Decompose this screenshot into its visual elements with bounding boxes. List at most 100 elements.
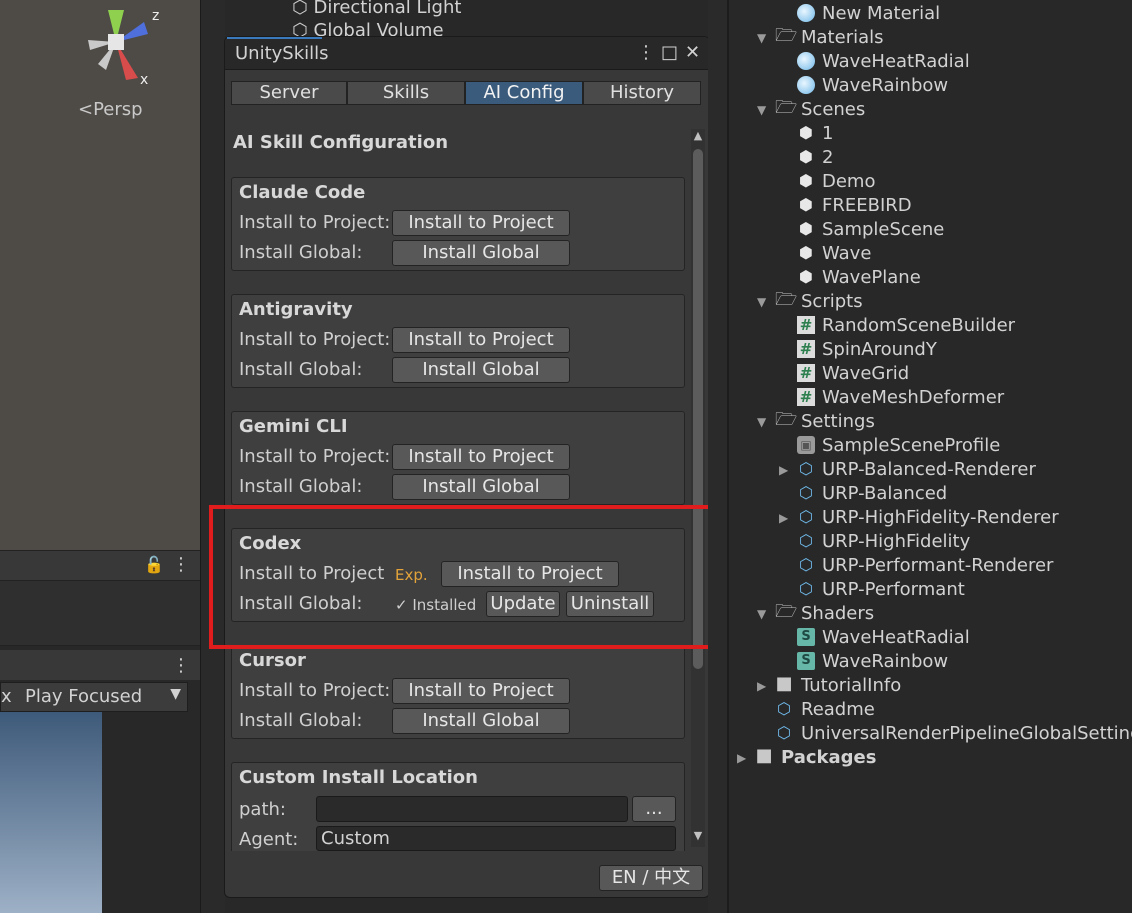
- collapsed-arrow-icon[interactable]: ▶: [757, 679, 766, 693]
- panel-menu-icon[interactable]: ⋮: [172, 554, 190, 575]
- game-menu-icon[interactable]: ⋮: [172, 655, 190, 676]
- project-item[interactable]: SampleSceneProfile: [822, 435, 1000, 456]
- expanded-arrow-icon[interactable]: ▼: [757, 607, 766, 621]
- project-item[interactable]: URP-Performant-Renderer: [822, 555, 1053, 576]
- expanded-arrow-icon[interactable]: ▼: [757, 415, 766, 429]
- install-project-button[interactable]: Install to Project: [392, 444, 570, 470]
- folder-icon: ■: [755, 745, 773, 766]
- card-gemini-cli: Gemini CLI Install to Project: Install t…: [231, 411, 685, 505]
- project-item[interactable]: FREEBIRD: [822, 195, 912, 216]
- left-panel-header: 🔓 ⋮: [0, 550, 200, 581]
- project-item[interactable]: 2: [822, 147, 833, 168]
- scrollbar[interactable]: ▲ ▼: [691, 129, 705, 847]
- expanded-arrow-icon[interactable]: ▼: [757, 103, 766, 117]
- project-item[interactable]: Packages: [781, 747, 876, 768]
- install-project-button[interactable]: Install to Project: [392, 327, 570, 353]
- asset-icon: ⬡: [799, 483, 813, 502]
- path-input[interactable]: [316, 796, 628, 822]
- scene-gizmo-icon[interactable]: z x: [66, 0, 166, 90]
- asset-icon: ⬡: [799, 507, 813, 526]
- install-global-button[interactable]: Install Global: [392, 357, 570, 383]
- install-project-label: Install to Project:: [239, 212, 391, 233]
- scene-view[interactable]: z x <Persp: [0, 0, 200, 550]
- project-item[interactable]: RandomSceneBuilder: [822, 315, 1015, 336]
- scene-icon: ⬢: [799, 171, 813, 190]
- project-item[interactable]: Wave: [822, 243, 871, 264]
- project-item[interactable]: URP-HighFidelity-Renderer: [822, 507, 1059, 528]
- collapsed-arrow-icon[interactable]: ▶: [779, 463, 788, 477]
- maximize-icon[interactable]: □: [661, 42, 678, 63]
- collapsed-arrow-icon[interactable]: ▶: [737, 751, 746, 765]
- highlight-box: [209, 505, 736, 649]
- project-item[interactable]: URP-Balanced-Renderer: [822, 459, 1036, 480]
- persp-label[interactable]: <Persp: [78, 99, 143, 120]
- agent-input[interactable]: Custom: [316, 826, 676, 851]
- install-project-button[interactable]: Install to Project: [392, 210, 570, 236]
- project-item[interactable]: WaveGrid: [822, 363, 909, 384]
- project-item[interactable]: URP-Balanced: [822, 483, 947, 504]
- asset-icon: ⬡: [799, 579, 813, 598]
- script-icon: #: [797, 388, 815, 406]
- install-global-button[interactable]: Install Global: [392, 708, 570, 734]
- scene-icon: ⬢: [799, 243, 813, 262]
- gameobject-icon: ⬡: [292, 0, 308, 18]
- project-item[interactable]: WavePlane: [822, 267, 921, 288]
- project-item[interactable]: WaveMeshDeformer: [822, 387, 1004, 408]
- project-item[interactable]: WaveRainbow: [822, 651, 948, 672]
- collapsed-arrow-icon[interactable]: ▶: [779, 511, 788, 525]
- window-menu-icon[interactable]: ⋮: [637, 42, 655, 63]
- agent-label: Agent:: [239, 829, 299, 850]
- project-item[interactable]: TutorialInfo: [801, 675, 901, 696]
- project-item[interactable]: Demo: [822, 171, 875, 192]
- install-project-button[interactable]: Install to Project: [392, 678, 570, 704]
- scene-icon: ⬢: [799, 147, 813, 166]
- scroll-down-icon[interactable]: ▼: [691, 829, 705, 842]
- tab-skills[interactable]: Skills: [347, 81, 465, 105]
- tab-ai-config[interactable]: AI Config: [465, 81, 583, 105]
- project-item[interactable]: UniversalRenderPipelineGlobalSettings: [801, 723, 1132, 744]
- project-item[interactable]: URP-HighFidelity: [822, 531, 970, 552]
- browse-button[interactable]: ...: [632, 796, 676, 822]
- close-icon[interactable]: ✕: [685, 42, 700, 63]
- install-global-button[interactable]: Install Global: [392, 240, 570, 266]
- project-item[interactable]: SpinAroundY: [822, 339, 937, 360]
- project-item[interactable]: Scenes: [801, 99, 865, 120]
- card-claude-code: Claude Code Install to Project: Install …: [231, 177, 685, 271]
- project-item[interactable]: 1: [822, 123, 833, 144]
- project-item[interactable]: URP-Performant: [822, 579, 965, 600]
- install-project-label: Install to Project:: [239, 446, 391, 467]
- install-project-label: Install to Project:: [239, 680, 391, 701]
- install-global-button[interactable]: Install Global: [392, 474, 570, 500]
- tab-history[interactable]: History: [583, 81, 701, 105]
- project-item[interactable]: Scripts: [801, 291, 863, 312]
- project-item[interactable]: Settings: [801, 411, 875, 432]
- project-item[interactable]: SampleScene: [822, 219, 944, 240]
- install-project-label: Install to Project:: [239, 329, 391, 350]
- project-item[interactable]: WaveHeatRadial: [822, 51, 970, 72]
- expanded-arrow-icon[interactable]: ▼: [757, 31, 766, 45]
- project-item[interactable]: Shaders: [801, 603, 874, 624]
- path-label: path:: [239, 799, 286, 820]
- lock-icon[interactable]: 🔓: [144, 555, 164, 574]
- scroll-up-icon[interactable]: ▲: [691, 129, 705, 142]
- splitter[interactable]: [200, 0, 225, 913]
- script-icon: #: [797, 340, 815, 358]
- expanded-arrow-icon[interactable]: ▼: [757, 295, 766, 309]
- play-mode-dropdown[interactable]: x Play Focused ▼: [0, 682, 188, 712]
- material-icon: [797, 4, 815, 22]
- language-toggle-button[interactable]: EN / 中文: [599, 865, 703, 891]
- material-icon: [797, 76, 815, 94]
- project-item[interactable]: Readme: [801, 699, 875, 720]
- hierarchy-item[interactable]: ⬡ Directional Light: [292, 0, 461, 18]
- game-view[interactable]: [0, 712, 102, 913]
- project-item[interactable]: WaveRainbow: [822, 75, 948, 96]
- card-title: Claude Code: [239, 182, 366, 203]
- project-item[interactable]: Materials: [801, 27, 884, 48]
- project-item[interactable]: WaveHeatRadial: [822, 627, 970, 648]
- project-item[interactable]: New Material: [822, 3, 940, 24]
- scene-icon: ⬢: [799, 195, 813, 214]
- window-title[interactable]: UnitySkills: [235, 43, 329, 64]
- splitter-right[interactable]: [708, 0, 728, 913]
- tab-server[interactable]: Server: [231, 81, 347, 105]
- profile-icon: ▣: [797, 436, 815, 454]
